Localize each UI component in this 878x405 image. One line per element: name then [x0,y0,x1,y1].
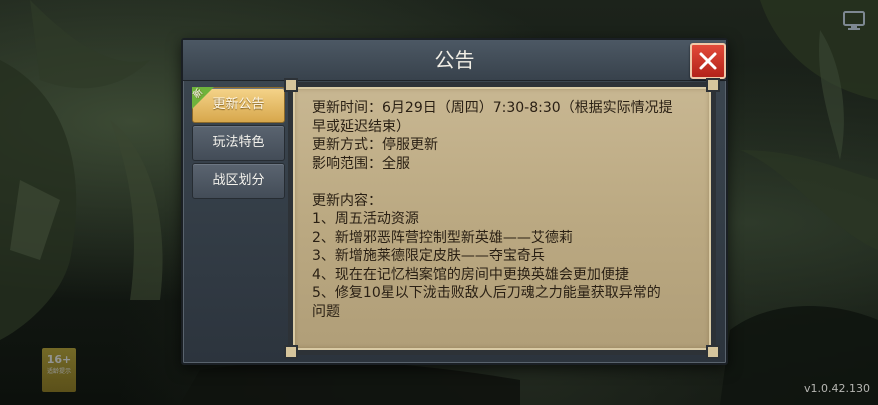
announcement-dialog: 公告 新 更新公告 玩法特色 战区划分 更新时间：6月29日（周四）7:30-8… [181,38,728,365]
panel-corner-ornament [284,78,298,92]
tab-label: 玩法特色 [212,135,265,150]
version-label: v1.0.42.130 [804,382,870,395]
panel-corner-ornament [706,78,720,92]
announcement-line [312,173,712,192]
announcement-line: 5、修复10星以下泷击败敌人后刀魂之力能量获取异常的 [312,285,661,301]
monitor-icon[interactable] [842,10,866,32]
tab-label: 更新公告 [212,97,265,112]
close-button[interactable] [690,43,726,79]
tab-war-zone-division[interactable]: 战区划分 [192,163,285,199]
announcement-line: 早或延迟结束） [312,118,410,135]
announcement-line: 问题 [312,303,340,320]
announcement-line: 更新时间：6月29日（周四）7:30-8:30（根据实际情况提 [312,100,673,116]
age-rating-caption: 适龄提示 [46,368,71,375]
announcement-line: 影响范围：全服 [312,155,410,172]
tab-label: 战区划分 [212,173,265,188]
announcement-text: 更新时间：6月29日（周四）7:30-8:30（根据实际情况提 早或延迟结束） … [312,99,712,321]
tab-update-notice[interactable]: 新 更新公告 [192,87,285,123]
announcement-line: 更新内容： [312,192,382,209]
age-rating-badge[interactable]: 16+ 适龄提示 [42,348,76,392]
dialog-title: 公告 [434,48,475,72]
announcement-line: 1、周五活动资源 [312,211,419,227]
panel-corner-ornament [284,345,298,359]
age-rating-number: 16+ [46,353,72,366]
announcement-line: 3、新增施莱德限定皮肤——夺宝奇兵 [312,248,545,264]
tab-gameplay-features[interactable]: 玩法特色 [192,125,285,161]
announcement-line: 2、新增邪恶阵营控制型新英雄——艾德莉 [312,229,573,246]
announcement-line: 更新方式：停服更新 [312,137,438,153]
close-x-icon [699,52,717,70]
panel-corner-ornament [706,345,720,359]
announcement-content-panel[interactable]: 更新时间：6月29日（周四）7:30-8:30（根据实际情况提 早或延迟结束） … [288,82,716,355]
announcement-line: 4、现在在记忆档案馆的房间中更换英雄会更加便捷 [312,266,629,283]
